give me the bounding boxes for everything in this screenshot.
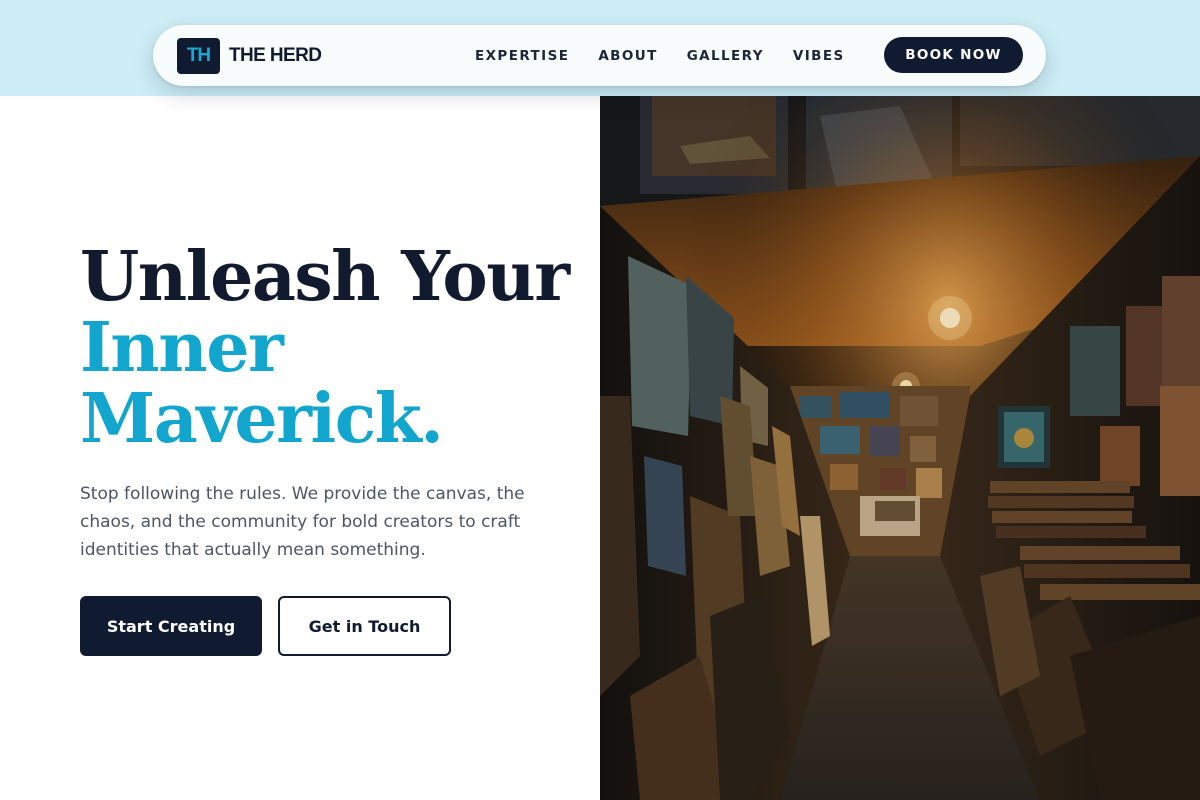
navbar: TH THE HERD EXPERTISE ABOUT GALLERY VIBE… [153, 25, 1046, 86]
hero-subtext: Stop following the rules. We provide the… [80, 484, 525, 560]
headline-line-3: Maverick. [80, 379, 444, 459]
headline-line-2: Inner [80, 308, 284, 388]
nav-link-about[interactable]: ABOUT [598, 48, 657, 64]
logo[interactable]: TH THE HERD [177, 37, 322, 74]
nav-link-gallery[interactable]: GALLERY [687, 48, 764, 64]
headline-line-1: Unleash Your [80, 237, 570, 317]
start-creating-button[interactable]: Start Creating [80, 596, 262, 656]
logo-mark-icon: TH [177, 37, 220, 74]
nav-link-expertise[interactable]: EXPERTISE [475, 48, 569, 64]
get-in-touch-button[interactable]: Get in Touch [278, 596, 451, 656]
hero-gallery-photo [600, 96, 1200, 800]
nav-link-vibes[interactable]: VIBES [793, 48, 845, 64]
logo-text: THE HERD [229, 44, 322, 66]
hero-headline: Unleash Your Inner Maverick. [80, 242, 590, 455]
book-now-button[interactable]: BOOK NOW [884, 37, 1023, 73]
nav-links: EXPERTISE ABOUT GALLERY VIBES [475, 25, 874, 86]
